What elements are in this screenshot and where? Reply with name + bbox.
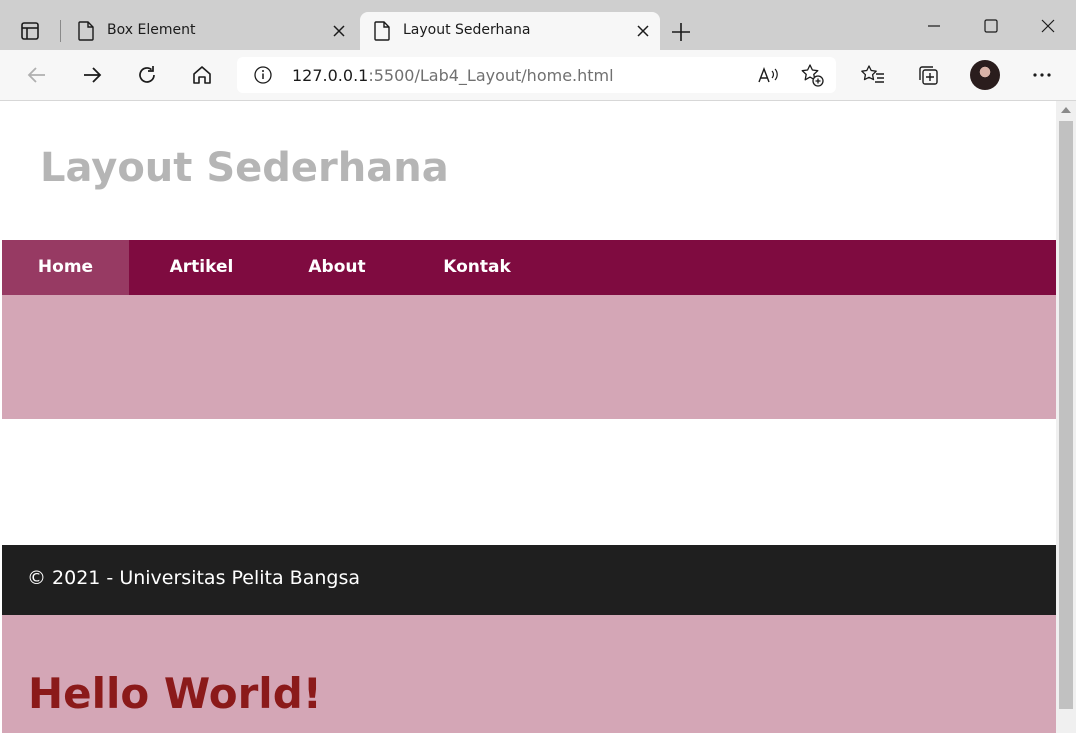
browser-toolbar: 127.0.0.1:5500/Lab4_Layout/home.html <box>0 50 1076 101</box>
read-aloud-icon[interactable] <box>755 62 781 88</box>
home-icon[interactable] <box>189 62 215 88</box>
collections-icon[interactable] <box>915 62 941 88</box>
scroll-up-arrow-icon[interactable] <box>1061 107 1071 113</box>
close-icon[interactable] <box>634 22 652 40</box>
window-close-icon[interactable] <box>1036 14 1060 38</box>
favorites-icon[interactable] <box>860 62 886 88</box>
add-favorite-icon[interactable] <box>799 62 825 88</box>
nav-item-kontak[interactable]: Kontak <box>407 240 547 295</box>
main-nav: Home Artikel About Kontak <box>2 240 1056 295</box>
maximize-icon[interactable] <box>979 14 1003 38</box>
nav-item-artikel[interactable]: Artikel <box>139 240 264 295</box>
forward-icon[interactable] <box>79 62 105 88</box>
more-options-icon[interactable] <box>1029 62 1055 88</box>
tab-actions-icon[interactable] <box>16 17 44 45</box>
new-tab-icon[interactable] <box>668 19 694 45</box>
tab-title: Layout Sederhana <box>403 22 531 38</box>
nav-item-about[interactable]: About <box>277 240 397 295</box>
tab-title: Box Element <box>107 22 196 38</box>
url-host: 127.0.0.1 <box>292 66 369 85</box>
hello-heading: Hello World! <box>28 669 322 718</box>
site-footer: © 2021 - Universitas Pelita Bangsa <box>2 545 1056 615</box>
tab-strip: Box Element Layout Sederhana <box>0 0 1076 50</box>
content-section <box>2 419 1056 545</box>
close-icon[interactable] <box>330 22 348 40</box>
nav-item-home[interactable]: Home <box>2 240 129 295</box>
hero-section <box>2 295 1056 419</box>
back-icon[interactable] <box>24 62 50 88</box>
site-info-icon[interactable] <box>253 65 273 89</box>
tab-box-element[interactable]: Box Element <box>64 12 356 50</box>
page-scrollbar[interactable] <box>1056 101 1076 733</box>
site-header: Layout Sederhana <box>2 101 1056 240</box>
footer-copyright: © 2021 - Universitas Pelita Bangsa <box>27 567 360 589</box>
site-title: Layout Sederhana <box>40 145 449 191</box>
tab-layout-sederhana[interactable]: Layout Sederhana <box>360 12 660 50</box>
url-text: 127.0.0.1:5500/Lab4_Layout/home.html <box>292 66 614 85</box>
address-bar[interactable]: 127.0.0.1:5500/Lab4_Layout/home.html <box>237 57 836 93</box>
document-icon <box>77 21 95 45</box>
document-icon <box>373 21 391 45</box>
tab-separator <box>60 20 61 42</box>
hello-section: Hello World! <box>2 615 1056 733</box>
url-path: :5500/Lab4_Layout/home.html <box>368 66 614 85</box>
minimize-icon[interactable] <box>922 14 946 38</box>
refresh-icon[interactable] <box>134 62 160 88</box>
scroll-thumb[interactable] <box>1059 121 1073 709</box>
page-viewport: Layout Sederhana Home Artikel About Kont… <box>2 101 1056 733</box>
profile-avatar[interactable] <box>970 60 1000 90</box>
